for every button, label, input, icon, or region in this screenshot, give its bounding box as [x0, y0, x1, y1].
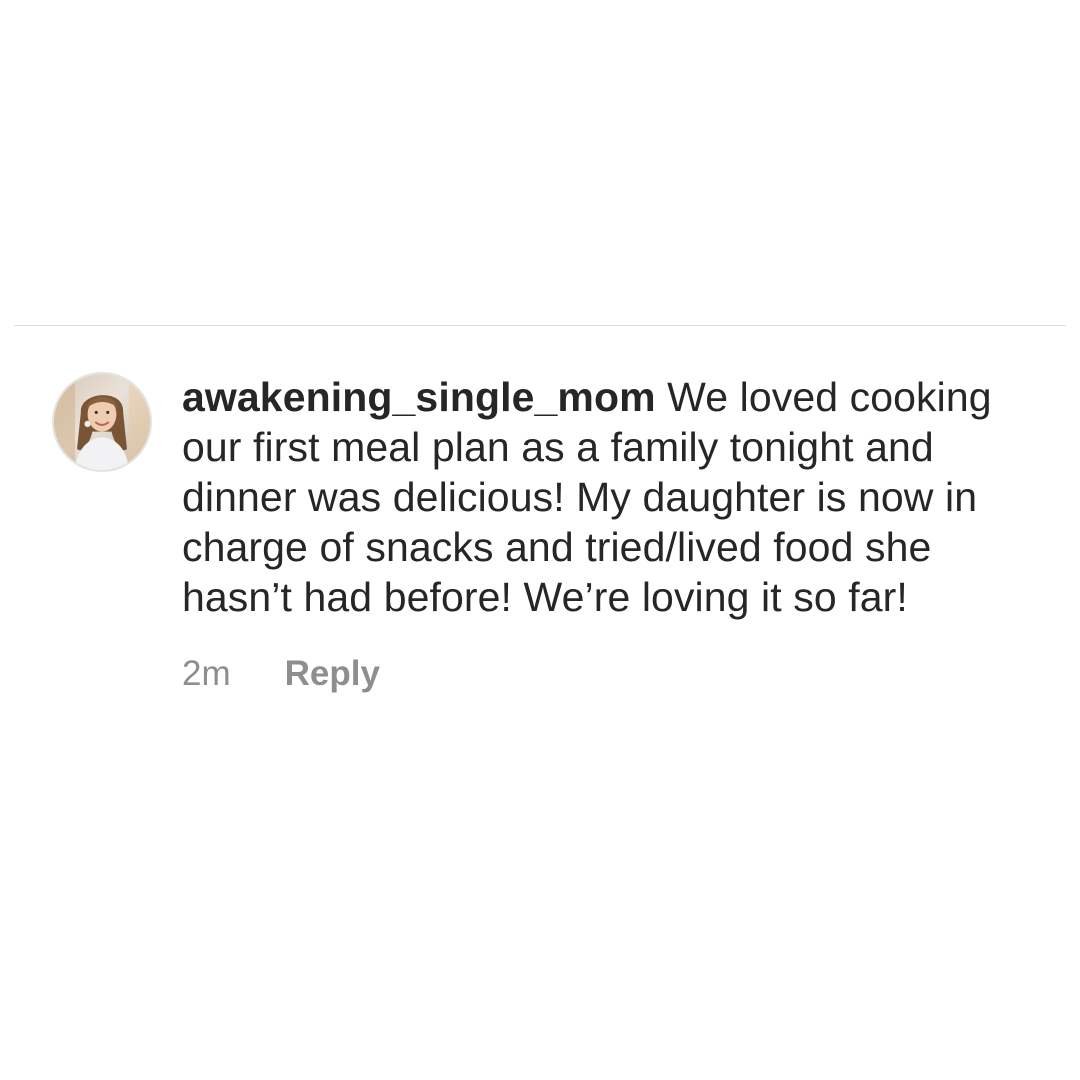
comment-text-block: awakening_single_mom We loved cooking ou…	[182, 372, 1022, 622]
comment-body: awakening_single_mom We loved cooking ou…	[182, 372, 1022, 696]
avatar[interactable]	[52, 372, 152, 472]
profile-photo-icon	[54, 374, 150, 470]
comment-divider	[14, 325, 1066, 326]
comment-item: awakening_single_mom We loved cooking ou…	[52, 372, 1042, 696]
reply-button[interactable]: Reply	[285, 652, 380, 696]
comment-username[interactable]: awakening_single_mom	[182, 374, 656, 420]
comment-timestamp: 2m	[182, 654, 231, 693]
comment-meta: 2m Reply	[182, 652, 1022, 696]
